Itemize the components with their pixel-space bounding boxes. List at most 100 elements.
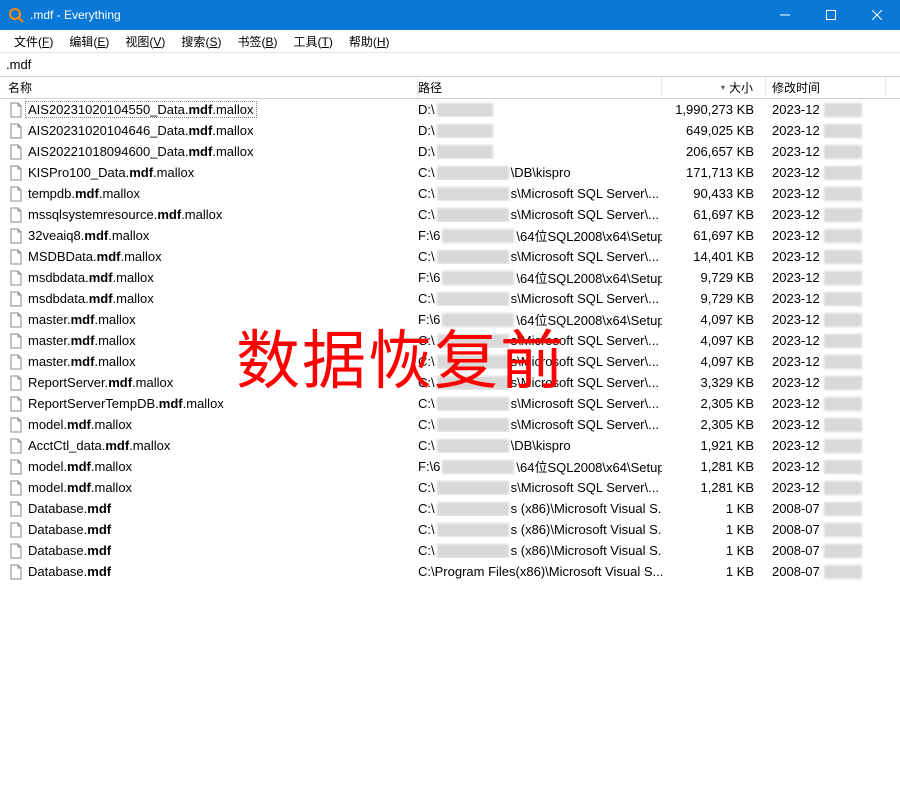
cell-size: 1,921 KB [662,438,766,453]
header-name[interactable]: 名称 [0,77,418,98]
table-row[interactable]: Database.mdf C:\s (x86)\Microsoft Visual … [0,519,900,540]
cell-size: 1 KB [662,564,766,579]
header-path[interactable]: 路径 [418,77,662,98]
menu-edit[interactable]: 编辑(E) [61,31,117,52]
cell-path: F:\6\64位SQL2008\x64\Setup... [418,226,662,245]
menu-book[interactable]: 书签(B) [229,31,285,52]
file-name: AIS20221018094600_Data.mdf.mallox [28,144,254,159]
close-button[interactable] [854,0,900,30]
file-name: Database.mdf [28,564,111,579]
menu-view[interactable]: 视图(V) [117,31,173,52]
cell-date: 2008-07 [766,543,886,558]
cell-path: C:\s\Microsoft SQL Server\... [418,186,662,201]
file-icon [8,228,24,244]
file-icon [8,375,24,391]
cell-size: 2,305 KB [662,417,766,432]
file-name: model.mdf.mallox [28,459,132,474]
file-name: master.mdf.mallox [28,312,136,327]
cell-size: 61,697 KB [662,228,766,243]
cell-name: ReportServerTempDB.mdf.mallox [0,396,418,412]
table-row[interactable]: model.mdf.malloxC:\s\Microsoft SQL Serve… [0,477,900,498]
table-row[interactable]: msdbdata.mdf.mallox F:\6\64位SQL2008\x64\S… [0,267,900,288]
cell-name: Database.mdf [0,564,418,580]
cell-size: 171,713 KB [662,165,766,180]
cell-name: Database.mdf [0,501,418,517]
file-icon [8,123,24,139]
cell-path: C:\s\Microsoft SQL Server\... [418,291,662,306]
cell-name: master.mdf.mallox [0,354,418,370]
cell-path: F:\6\64位SQL2008\x64\Setup... [418,310,662,329]
file-name: KISPro100_Data.mdf.mallox [28,165,194,180]
cell-date: 2023-12 [766,459,886,474]
table-row[interactable]: msdbdata.mdf.mallox C:\s\Microsoft SQL Se… [0,288,900,309]
cell-path: D:\ [418,123,662,138]
table-row[interactable]: model.mdf.malloxC:\s\Microsoft SQL Serve… [0,414,900,435]
table-row[interactable]: AIS20221018094600_Data.mdf.malloxD:\206,… [0,141,900,162]
menubar: 文件(F) 编辑(E) 视图(V) 搜索(S) 书签(B) 工具(T) 帮助(H… [0,30,900,53]
cell-date: 2023-12 [766,102,886,117]
header-size[interactable]: ▾大小 [662,77,766,98]
cell-name: model.mdf.mallox [0,480,418,496]
file-icon [8,312,24,328]
table-row[interactable]: AIS20231020104550_Data.mdf.malloxD:\1,99… [0,99,900,120]
cell-path: C:\s (x86)\Microsoft Visual S... [418,522,662,537]
file-name: master.mdf.mallox [28,333,136,348]
search-input[interactable] [4,55,896,74]
file-icon [8,249,24,265]
file-name: AIS20231020104550_Data.mdf.mallox [25,101,257,118]
file-icon [8,291,24,307]
cell-path: C:\s (x86)\Microsoft Visual S... [418,543,662,558]
file-name: tempdb.mdf.mallox [28,186,140,201]
cell-name: msdbdata.mdf.mallox [0,270,418,286]
cell-size: 4,097 KB [662,312,766,327]
table-row[interactable]: master.mdf.malloxC:\s\Microsoft SQL Serv… [0,351,900,372]
cell-date: 2023-12 [766,333,886,348]
table-row[interactable]: KISPro100_Data.mdf.malloxC:\\DB\kispro17… [0,162,900,183]
file-icon [8,270,24,286]
file-name: Database.mdf [28,522,111,537]
header-date[interactable]: 修改时间 [766,77,886,98]
file-icon [8,396,24,412]
table-row[interactable]: 32veaiq8.mdf.malloxF:\6\64位SQL2008\x64\S… [0,225,900,246]
cell-size: 649,025 KB [662,123,766,138]
table-row[interactable]: master.mdf.mallox F:\6\64位SQL2008\x64\Set… [0,309,900,330]
cell-path: F:\6\64位SQL2008\x64\Setup... [418,268,662,287]
cell-name: MSDBData.mdf.mallox [0,249,418,265]
menu-search[interactable]: 搜索(S) [173,31,229,52]
cell-date: 2023-12 [766,270,886,285]
file-name: MSDBData.mdf.mallox [28,249,162,264]
cell-path: F:\6\64位SQL2008\x64\Setup... [418,457,662,476]
table-row[interactable]: tempdb.mdf.mallox C:\s\Microsoft SQL Serv… [0,183,900,204]
table-row[interactable]: MSDBData.mdf.malloxC:\s\Microsoft SQL Se… [0,246,900,267]
cell-size: 4,097 KB [662,354,766,369]
table-row[interactable]: Database.mdf C:\Program Files (x86)\Micro… [0,561,900,582]
table-row[interactable]: master.mdf.malloxC:\s\Microsoft SQL Serv… [0,330,900,351]
cell-date: 2023-12 [766,186,886,201]
cell-name: master.mdf.mallox [0,312,418,328]
cell-date: 2023-12 [766,480,886,495]
window-controls [762,0,900,30]
file-name: msdbdata.mdf.mallox [28,270,154,285]
table-row[interactable]: ReportServer.mdf.malloxC:\s\Microsoft SQ… [0,372,900,393]
table-row[interactable]: AIS20231020104646_Data.mdf.malloxD:\649,… [0,120,900,141]
minimize-button[interactable] [762,0,808,30]
menu-tools[interactable]: 工具(T) [285,31,340,52]
cell-name: 32veaiq8.mdf.mallox [0,228,418,244]
file-name: msdbdata.mdf.mallox [28,291,154,306]
cell-path: C:\Program Files (x86)\Microsoft Visual … [418,564,662,579]
menu-help[interactable]: 帮助(H) [341,31,398,52]
table-row[interactable]: ReportServerTempDB.mdf.malloxC:\s\Micros… [0,393,900,414]
table-row[interactable]: model.mdf.mallox F:\6\64位SQL2008\x64\Setu… [0,456,900,477]
cell-name: AIS20231020104550_Data.mdf.mallox [0,101,418,118]
table-row[interactable]: mssqlsystemresource.mdf.malloxC:\s\Micro… [0,204,900,225]
file-list[interactable]: AIS20231020104550_Data.mdf.malloxD:\1,99… [0,99,900,582]
table-row[interactable]: Database.mdfC:\s (x86)\Microsoft Visual … [0,498,900,519]
cell-name: AcctCtl_data.mdf.mallox [0,438,418,454]
cell-name: model.mdf.mallox [0,417,418,433]
file-icon [8,438,24,454]
cell-size: 1,281 KB [662,480,766,495]
table-row[interactable]: Database.mdfC:\s (x86)\Microsoft Visual … [0,540,900,561]
maximize-button[interactable] [808,0,854,30]
table-row[interactable]: AcctCtl_data.mdf.malloxC:\\DB\kispro1,92… [0,435,900,456]
menu-file[interactable]: 文件(F) [6,31,61,52]
